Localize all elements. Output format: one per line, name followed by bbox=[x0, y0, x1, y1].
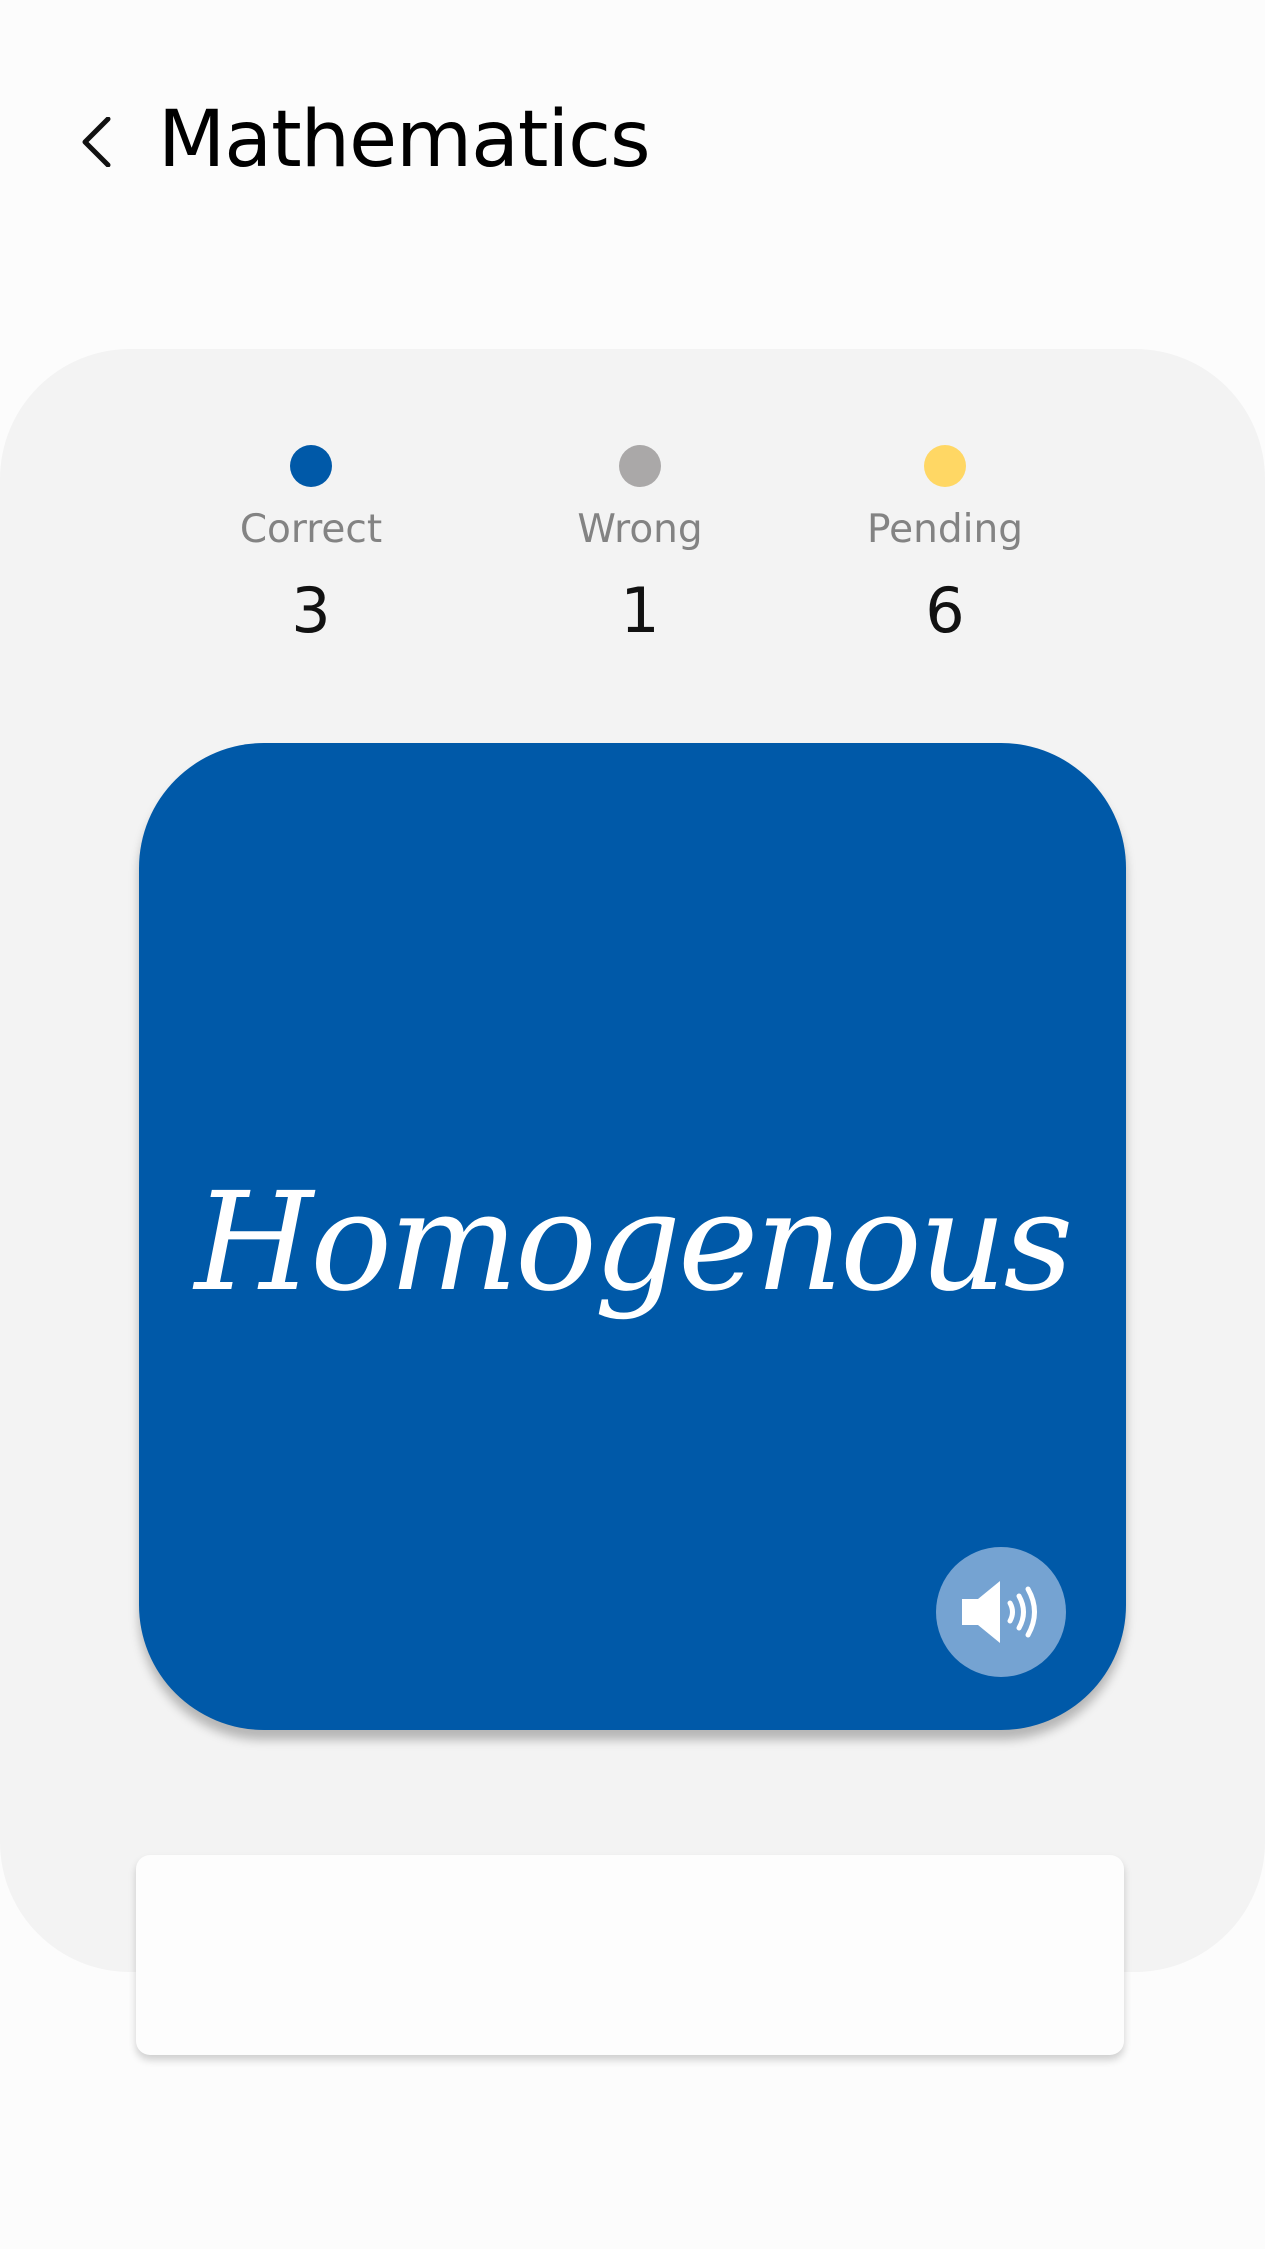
stat-label: Correct bbox=[239, 507, 383, 552]
correct-indicator-dot bbox=[290, 445, 332, 487]
chevron-left-icon bbox=[82, 117, 111, 167]
stat-count: 6 bbox=[925, 574, 965, 647]
flashcard[interactable]: Homogenous bbox=[139, 743, 1126, 1730]
play-audio-button[interactable] bbox=[936, 1547, 1066, 1677]
stat-label: Pending bbox=[867, 507, 1023, 552]
header: Mathematics bbox=[0, 0, 1265, 280]
pending-indicator-dot bbox=[924, 445, 966, 487]
page-title: Mathematics bbox=[158, 95, 651, 185]
back-button[interactable] bbox=[58, 102, 128, 182]
answer-panel[interactable] bbox=[136, 1855, 1124, 2055]
stat-correct: Correct 3 bbox=[191, 445, 431, 651]
stat-count: 3 bbox=[291, 574, 331, 647]
stat-pending: Pending 6 bbox=[825, 445, 1065, 651]
stat-wrong: Wrong 1 bbox=[520, 445, 760, 651]
wrong-indicator-dot bbox=[619, 445, 661, 487]
stat-label: Wrong bbox=[577, 507, 703, 552]
flashcard-word: Homogenous bbox=[194, 1164, 1074, 1322]
speaker-icon bbox=[962, 1581, 1037, 1643]
stat-count: 1 bbox=[620, 574, 660, 647]
